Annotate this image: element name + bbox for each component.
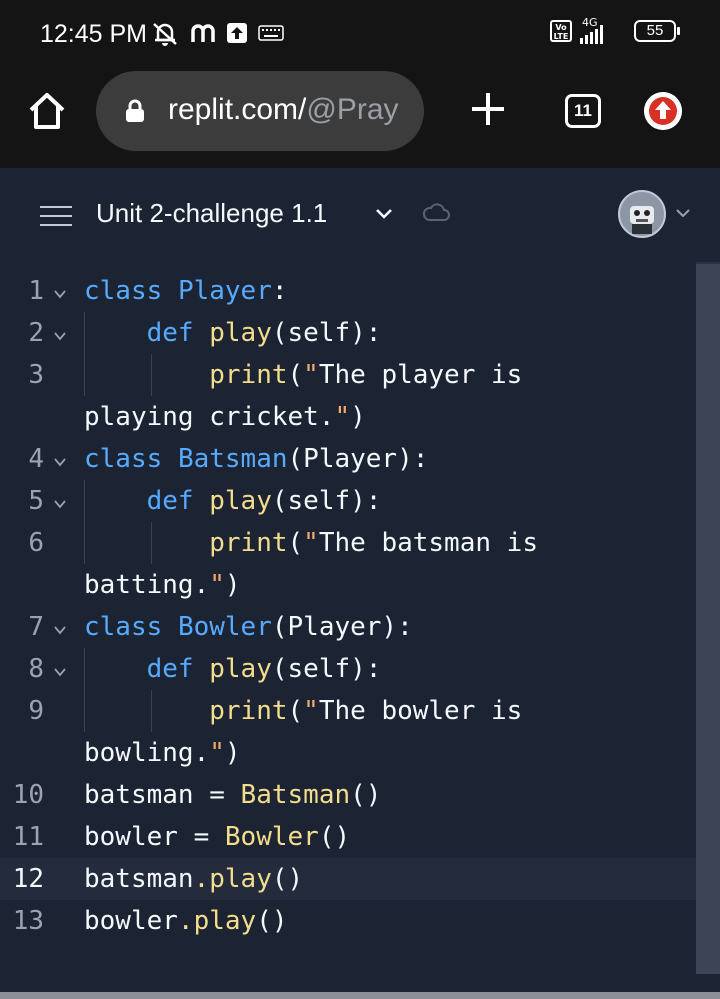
fold-chevron-icon[interactable]	[52, 496, 68, 512]
fold-chevron-icon[interactable]	[52, 622, 68, 638]
status-system-icons: Vo LTE 4G 55	[550, 16, 680, 44]
update-icon[interactable]	[644, 92, 682, 130]
code-text[interactable]: bowler = Bowler()	[84, 816, 350, 858]
volte-icon: Vo LTE	[550, 20, 572, 42]
code-text[interactable]: bowling.")	[84, 732, 241, 774]
code-line[interactable]: playing cricket.")	[0, 396, 696, 438]
code-line[interactable]: 12 batsman.play()	[0, 858, 696, 900]
account-chevron-down-icon[interactable]	[674, 204, 692, 222]
url-text[interactable]: replit.com/@Pray	[168, 93, 399, 127]
avatar[interactable]	[618, 190, 666, 238]
code-line[interactable]: 4 class Batsman(Player):	[0, 438, 696, 480]
indent-guide	[84, 522, 85, 564]
code-line[interactable]: 3 print("The player is	[0, 354, 696, 396]
code-text[interactable]: playing cricket.")	[84, 396, 366, 438]
code-text[interactable]: batsman = Batsman()	[84, 774, 381, 816]
line-number: 11	[12, 822, 44, 852]
line-number: 13	[12, 906, 44, 936]
fold-chevron-icon[interactable]	[52, 454, 68, 470]
line-number: 6	[28, 528, 44, 558]
tab-switcher-button[interactable]: 11	[565, 94, 601, 128]
code-text[interactable]: batting.")	[84, 564, 241, 606]
code-text[interactable]: print("The bowler is	[84, 690, 522, 732]
fold-chevron-icon[interactable]	[52, 328, 68, 344]
line-number: 1	[28, 276, 44, 306]
code-text[interactable]: class Player:	[84, 270, 288, 312]
line-number: 12	[12, 864, 44, 894]
code-line[interactable]: 6 print("The batsman is	[0, 522, 696, 564]
line-number: 10	[12, 780, 44, 810]
indent-guide	[150, 522, 152, 564]
line-number: 9	[28, 696, 44, 726]
status-notification-icons	[150, 20, 284, 46]
code-line[interactable]: 11 bowler = Bowler()	[0, 816, 696, 858]
indent-guide	[84, 648, 85, 690]
line-number: 4	[28, 444, 44, 474]
indent-guide	[150, 690, 152, 732]
avatar-image	[630, 206, 654, 234]
keyboard-icon	[258, 25, 284, 41]
fold-chevron-icon[interactable]	[52, 286, 68, 302]
line-number: 7	[28, 612, 44, 642]
code-text[interactable]: print("The batsman is	[84, 522, 538, 564]
cloud-icon	[422, 203, 450, 221]
new-tab-icon[interactable]	[467, 88, 509, 130]
lock-icon	[126, 99, 144, 122]
indent-guide	[84, 312, 85, 354]
status-time: 12:45 PM	[40, 20, 148, 48]
url-path: @Pray	[306, 93, 399, 126]
code-text[interactable]: class Batsman(Player):	[84, 438, 428, 480]
code-line[interactable]: 2 def play(self):	[0, 312, 696, 354]
line-number: 8	[28, 654, 44, 684]
code-line[interactable]: 10 batsman = Batsman()	[0, 774, 696, 816]
code-text[interactable]: batsman.play()	[84, 858, 303, 900]
code-line[interactable]: 9 print("The bowler is	[0, 690, 696, 732]
code-line[interactable]: batting.")	[0, 564, 696, 606]
chevron-down-icon[interactable]	[373, 202, 395, 224]
code-text[interactable]: def play(self):	[84, 480, 382, 522]
indent-guide	[84, 690, 85, 732]
code-line[interactable]: 5 def play(self):	[0, 480, 696, 522]
code-text[interactable]: def play(self):	[84, 312, 382, 354]
address-bar[interactable]: replit.com/@Pray	[96, 71, 424, 151]
code-line[interactable]: 13 bowler.play()	[0, 900, 696, 942]
code-text[interactable]: print("The player is	[84, 354, 522, 396]
m-app-icon	[191, 24, 215, 42]
menu-icon[interactable]	[40, 206, 72, 228]
code-text[interactable]: bowler.play()	[84, 900, 288, 942]
bottom-edge	[0, 992, 720, 999]
indent-guide	[84, 480, 85, 522]
code-line[interactable]: 8 def play(self):	[0, 648, 696, 690]
code-editor[interactable]: 1 class Player: 2 def play(self): 3 print("…	[0, 262, 696, 992]
indent-guide	[84, 354, 85, 396]
fold-chevron-icon[interactable]	[52, 664, 68, 680]
line-number: 5	[28, 486, 44, 516]
browser-toolbar: replit.com/@Pray 11	[0, 68, 720, 168]
code-text[interactable]: def play(self):	[84, 648, 382, 690]
indent-guide	[150, 354, 152, 396]
battery-icon: 55	[634, 20, 680, 42]
status-bar: 12:45 PM Vo LTE 4G 55	[0, 0, 720, 68]
code-text[interactable]: class Bowler(Player):	[84, 606, 413, 648]
code-line[interactable]: 1 class Player:	[0, 270, 696, 312]
repl-title[interactable]: Unit 2-challenge 1.1	[96, 198, 327, 229]
editor-scrollbar[interactable]	[696, 264, 720, 974]
code-line[interactable]: 7 class Bowler(Player):	[0, 606, 696, 648]
code-line[interactable]: bowling.")	[0, 732, 696, 774]
home-icon[interactable]	[26, 90, 68, 132]
repl-header: Unit 2-challenge 1.1	[0, 168, 720, 264]
line-number: 3	[28, 360, 44, 390]
mute-icon	[153, 23, 177, 46]
url-host: replit.com/	[168, 93, 307, 126]
line-number: 2	[28, 318, 44, 348]
upload-icon	[227, 23, 247, 43]
signal-icon: 4G	[580, 16, 626, 44]
